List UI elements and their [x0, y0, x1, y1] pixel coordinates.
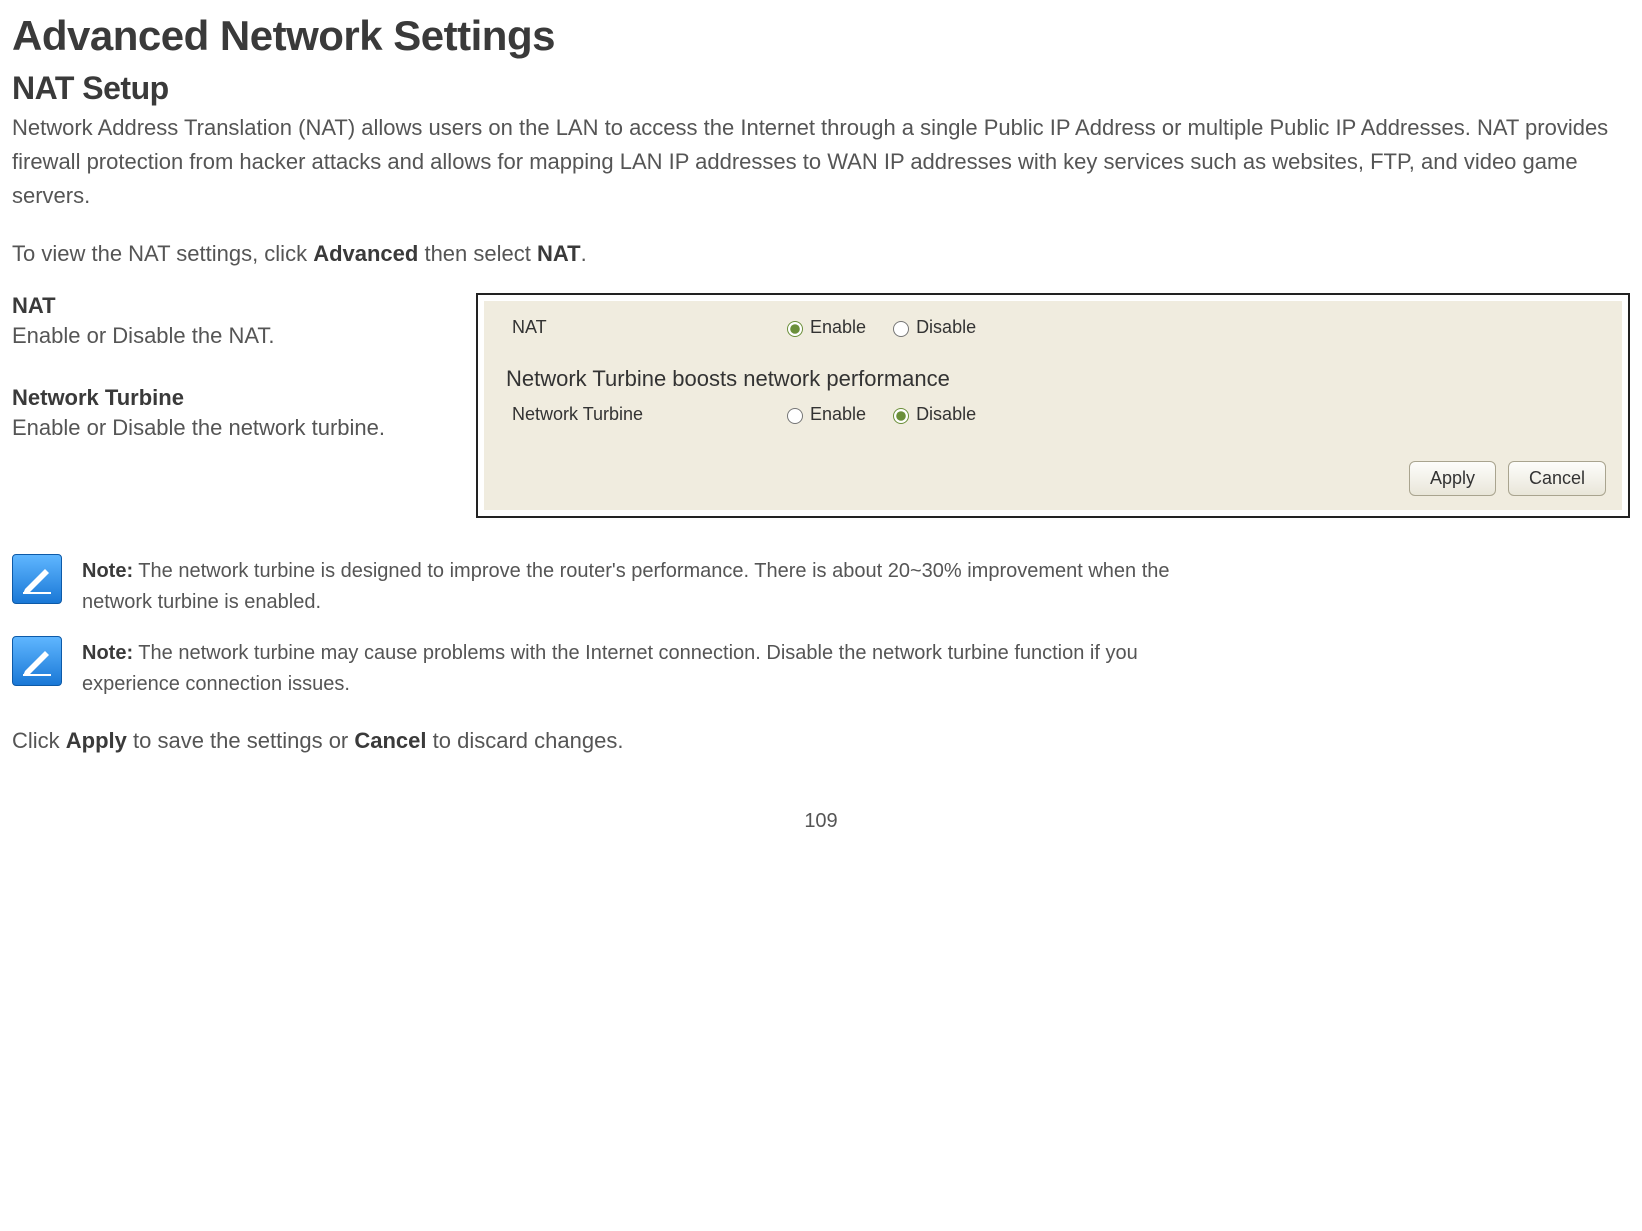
note-1-label: Note:	[82, 560, 133, 582]
nav-nat: NAT	[537, 241, 581, 266]
nav-instruction: To view the NAT settings, click Advanced…	[12, 241, 1630, 267]
page-title: Advanced Network Settings	[12, 12, 1630, 60]
desc-nat-title: NAT	[12, 293, 452, 319]
nat-enable-text: Enable	[810, 317, 866, 338]
nat-label: NAT	[496, 317, 782, 338]
turbine-enable-option[interactable]: Enable	[782, 404, 866, 425]
turbine-row: Network Turbine Enable Disable	[496, 404, 1610, 425]
desc-turbine-text: Enable or Disable the network turbine.	[12, 415, 452, 441]
nav-suffix: .	[581, 241, 587, 266]
nav-mid: then select	[418, 241, 537, 266]
nat-row: NAT Enable Disable	[496, 317, 1610, 338]
desc-turbine-title: Network Turbine	[12, 385, 452, 411]
desc-turbine: Network Turbine Enable or Disable the ne…	[12, 385, 452, 441]
note-2-label: Note:	[82, 642, 133, 664]
note-2-body: The network turbine may cause problems w…	[82, 642, 1138, 695]
note-1: Note: The network turbine is designed to…	[12, 554, 1630, 618]
desc-nat: NAT Enable or Disable the NAT.	[12, 293, 452, 349]
closing-cancel: Cancel	[354, 728, 426, 753]
nat-enable-option[interactable]: Enable	[782, 317, 866, 338]
nat-enable-radio[interactable]	[787, 321, 803, 337]
nat-disable-text: Disable	[916, 317, 976, 338]
apply-button[interactable]: Apply	[1409, 461, 1496, 496]
turbine-disable-option[interactable]: Disable	[888, 404, 976, 425]
turbine-disable-text: Disable	[916, 404, 976, 425]
turbine-disable-radio[interactable]	[893, 408, 909, 424]
turbine-enable-radio[interactable]	[787, 408, 803, 424]
closing-apply: Apply	[66, 728, 127, 753]
nav-prefix: To view the NAT settings, click	[12, 241, 313, 266]
turbine-subhead: Network Turbine boosts network performan…	[506, 366, 1610, 392]
note-icon	[12, 636, 62, 686]
turbine-enable-text: Enable	[810, 404, 866, 425]
closing-instruction: Click Apply to save the settings or Canc…	[12, 728, 1630, 754]
nat-disable-option[interactable]: Disable	[888, 317, 976, 338]
desc-nat-text: Enable or Disable the NAT.	[12, 323, 452, 349]
nav-advanced: Advanced	[313, 241, 418, 266]
page-number: 109	[12, 810, 1630, 833]
closing-suffix: to discard changes.	[427, 728, 624, 753]
note-1-text: Note: The network turbine is designed to…	[82, 556, 1222, 618]
closing-prefix: Click	[12, 728, 66, 753]
intro-paragraph: Network Address Translation (NAT) allows…	[12, 111, 1630, 213]
nat-disable-radio[interactable]	[893, 321, 909, 337]
note-2-text: Note: The network turbine may cause prob…	[82, 638, 1222, 700]
settings-panel: NAT Enable Disable Network Turbine boost…	[476, 293, 1630, 518]
section-title: NAT Setup	[12, 70, 1630, 107]
turbine-label: Network Turbine	[496, 404, 782, 425]
note-2: Note: The network turbine may cause prob…	[12, 636, 1630, 700]
note-1-body: The network turbine is designed to impro…	[82, 560, 1170, 613]
closing-mid: to save the settings or	[127, 728, 354, 753]
note-icon	[12, 554, 62, 604]
cancel-button[interactable]: Cancel	[1508, 461, 1606, 496]
